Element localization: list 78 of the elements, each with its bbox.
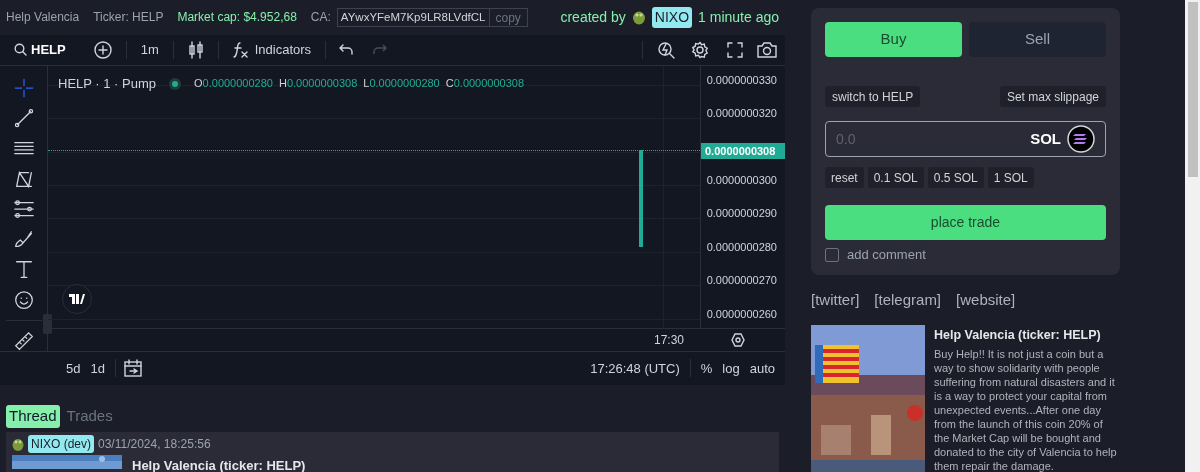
side-tab[interactable]: Buy: [825, 22, 962, 57]
social-link[interactable]: [website]: [956, 288, 1016, 311]
avatar-icon: [631, 9, 646, 26]
comment-title: Help Valencia (ticker: HELP): [132, 459, 306, 472]
price-label: 0.0000000330: [706, 72, 777, 88]
candles-icon[interactable]: [187, 40, 204, 59]
slippage-button[interactable]: Set max slippage: [999, 86, 1106, 107]
symbol-search[interactable]: HELP: [0, 40, 94, 60]
currency-label: SOL: [1030, 128, 1061, 149]
preset-button[interactable]: 0.5 SOL: [927, 167, 984, 188]
token-title: Help Valencia (ticker: HELP): [934, 327, 1102, 344]
ohlc-value: L0.0000000280: [363, 76, 440, 92]
trend-line-icon[interactable]: [12, 108, 35, 129]
scale-option[interactable]: log: [722, 358, 740, 379]
brush-icon[interactable]: [12, 229, 35, 250]
coin-icon: [1067, 125, 1095, 153]
price-label: 0.0000000270: [706, 273, 777, 289]
checkbox[interactable]: [825, 247, 839, 262]
add-icon[interactable]: [93, 40, 112, 59]
ohlc-value: C0.0000000308: [445, 76, 525, 92]
amount-field[interactable]: 0.0 SOL: [825, 121, 1106, 157]
place-trade-button[interactable]: place trade: [825, 205, 1106, 240]
time-ago: 1 minute ago: [698, 7, 779, 27]
clock-text: 17:26:48 (UTC): [590, 359, 680, 378]
checkbox-label: add comment: [847, 246, 926, 264]
token-name: Help Valencia: [6, 9, 80, 27]
created-by-label: created by: [560, 7, 626, 27]
logo-icon: [69, 293, 85, 304]
logo-badge[interactable]: [62, 283, 92, 314]
ruler-icon[interactable]: [12, 330, 35, 351]
switch-button[interactable]: switch to HELP: [825, 86, 921, 107]
range-button[interactable]: 5d: [66, 358, 81, 379]
scale-option[interactable]: auto: [749, 358, 775, 379]
token-description: Buy Help!! It is not just a coin but a way to show solidarity with people suffering from natural disasters and it is a way to protect your capital from unexpected events...After one day from the launch of this coin 20% of the Market Cap will be bought and donated to the city of Valencia to help them repair the damage.: [934, 346, 1118, 472]
legend-title: HELP · 1 · Pump: [58, 74, 157, 93]
status-dot-icon: [168, 76, 183, 91]
price-label: 0.0000000320: [706, 106, 777, 122]
function-icon: [232, 40, 249, 59]
avatar-icon: [12, 437, 24, 451]
scale-option[interactable]: %: [700, 358, 713, 379]
alert-search-icon[interactable]: [657, 40, 675, 59]
creator-link[interactable]: NIXO: [651, 6, 693, 28]
range-button[interactable]: 1d: [90, 358, 105, 379]
settings-icon[interactable]: [731, 332, 745, 347]
preset-button[interactable]: 0.1 SOL: [867, 167, 924, 188]
thread-tab[interactable]: Trades: [63, 405, 116, 428]
measure-lines-icon[interactable]: [12, 198, 35, 220]
price-label: 0.0000000260: [706, 306, 777, 322]
price-label: 0.0000000300: [706, 173, 777, 189]
side-tab[interactable]: Sell: [969, 22, 1106, 57]
user-link[interactable]: NIXO (dev): [28, 435, 94, 453]
indicators-button[interactable]: Indicators: [218, 40, 326, 60]
settings-icon[interactable]: [691, 40, 709, 59]
undo-icon[interactable]: [338, 42, 355, 57]
ticker-text: Ticker: HELP: [93, 9, 164, 27]
price-label: 0.0000000290: [706, 206, 777, 222]
crosshair-icon[interactable]: [12, 77, 35, 99]
current-price-tag: 0.0000000308: [701, 142, 785, 160]
social-link[interactable]: [twitter]: [811, 288, 860, 311]
fullscreen-icon[interactable]: [727, 41, 743, 58]
search-icon: [14, 43, 27, 57]
interval-button[interactable]: 1m: [126, 40, 173, 60]
ohlc-value: O0.0000000280: [194, 76, 273, 92]
thread-tab[interactable]: Thread: [6, 405, 60, 428]
calendar-icon[interactable]: [123, 359, 142, 378]
amount-input[interactable]: 0.0: [836, 128, 1031, 150]
social-link[interactable]: [telegram]: [874, 288, 942, 311]
camera-icon[interactable]: [757, 41, 777, 58]
market-cap: Market cap: $4.952,68: [177, 9, 297, 27]
preset-button[interactable]: 1 SOL: [987, 167, 1034, 188]
scrollbar[interactable]: [1185, 0, 1200, 472]
comment-date: 03/11/2024, 18:25:56: [98, 436, 211, 453]
emoji-icon[interactable]: [12, 289, 35, 310]
ca-label: CA:: [310, 9, 331, 27]
time-label: 17:30: [654, 331, 685, 349]
ohlc-value: H0.0000000308: [278, 76, 358, 92]
price-label: 0.0000000280: [706, 239, 777, 255]
preset-button[interactable]: reset: [825, 167, 864, 188]
